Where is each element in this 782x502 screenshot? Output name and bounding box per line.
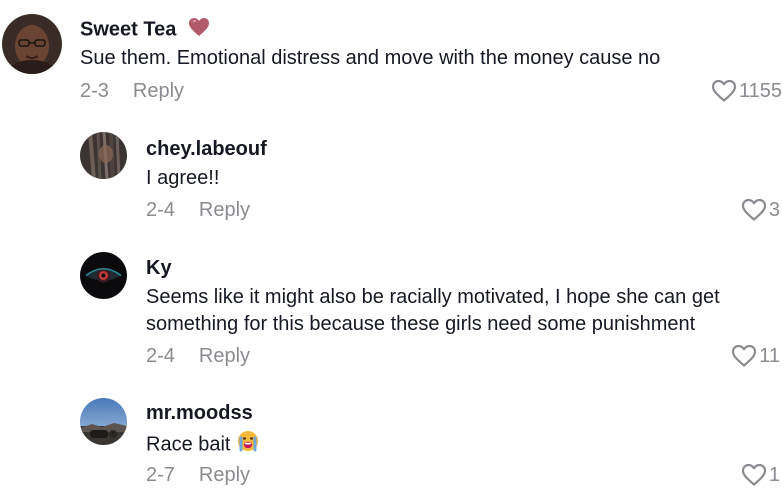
like-button[interactable]: 1 [741,463,780,487]
heart-outline-icon [741,198,769,222]
comment-date: 2-7 [146,464,175,486]
crying-face-emoji-icon [237,430,259,460]
heart-outline-icon [711,79,739,103]
comment-meta: 2-3 Reply [80,79,184,103]
avatar[interactable] [2,14,62,74]
like-count: 1155 [738,80,782,102]
comment-text: I agree!! [146,167,220,189]
comment-text-line-2: something for this because these girls n… [146,313,696,335]
comment-meta: 2-7 Reply [146,463,250,487]
avatar[interactable] [80,132,127,179]
avatar[interactable] [80,252,127,299]
username[interactable]: chey.labeouf [146,137,267,161]
comment-text: Sue them. Emotional distress and move wi… [80,47,661,69]
comment-date: 2-4 [146,199,175,221]
username[interactable]: Ky [146,256,172,280]
comment-meta: 2-4 Reply [146,198,250,222]
comment-meta: 2-4 Reply [146,344,250,368]
like-count: 11 [759,345,780,367]
comment-text-line-1: Seems like it might also be racially mot… [146,286,720,308]
like-count: 1 [768,464,780,486]
like-button[interactable]: 1155 [711,79,782,103]
username-text[interactable]: Sweet Tea [80,18,176,40]
comment-date: 2-4 [146,345,175,367]
like-count: 3 [768,199,780,221]
reply-button[interactable]: Reply [199,464,250,486]
heart-outline-icon [741,463,769,487]
reply-button[interactable]: Reply [199,345,250,367]
username[interactable]: Sweet Tea [80,17,210,43]
like-button[interactable]: 11 [731,344,780,368]
comment-date: 2-3 [80,80,109,102]
reply-button[interactable]: Reply [133,80,184,102]
avatar[interactable] [80,398,127,445]
reply-button[interactable]: Reply [199,199,250,221]
heart-emoji-icon [188,17,210,43]
heart-outline-icon [731,344,759,368]
like-button[interactable]: 3 [741,198,780,222]
comment-text: Race bait [146,430,259,460]
comment-text-content: Race bait [146,433,231,456]
username[interactable]: mr.moodss [146,401,253,425]
